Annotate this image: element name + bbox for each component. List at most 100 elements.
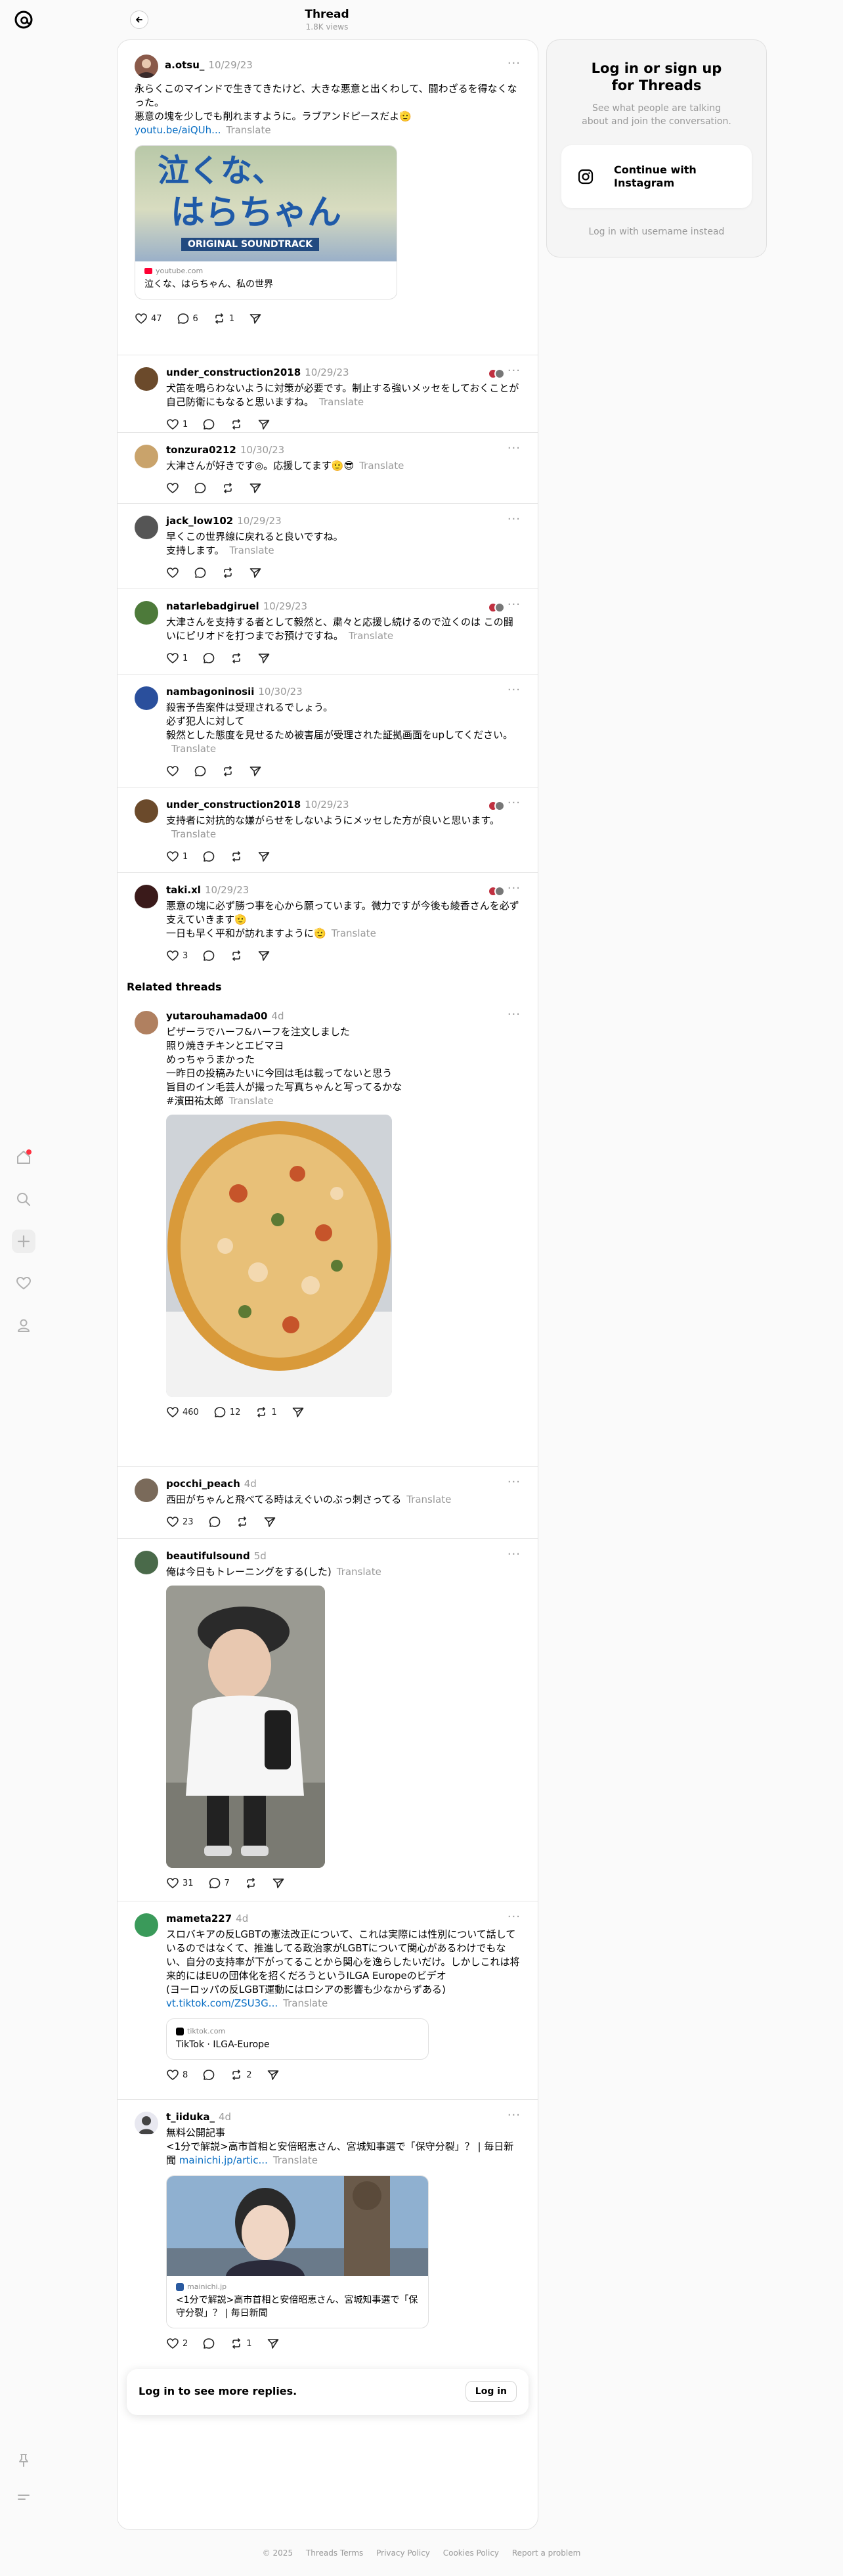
more-icon[interactable]: ··· <box>508 1477 521 1488</box>
like-button[interactable]: 3 <box>166 949 188 962</box>
translate-link[interactable]: Translate <box>226 124 270 136</box>
avatar[interactable] <box>135 885 158 908</box>
profile-icon[interactable] <box>12 1314 35 1337</box>
translate-link[interactable]: Translate <box>171 828 216 840</box>
share-button[interactable] <box>249 765 262 778</box>
avatar[interactable] <box>135 1011 158 1034</box>
username[interactable]: pocchi_peach <box>166 1477 240 1490</box>
avatar[interactable] <box>135 516 158 539</box>
username[interactable]: jack_low102 <box>166 514 233 527</box>
link-preview-card[interactable]: tiktok.com TikTok · ILGA-Europe <box>166 2018 429 2060</box>
footer-link-privacy[interactable]: Privacy Policy <box>376 2548 430 2558</box>
repost-button[interactable] <box>230 850 243 863</box>
reply-button[interactable] <box>194 765 207 778</box>
share-button[interactable] <box>249 312 262 325</box>
like-button[interactable] <box>166 765 179 778</box>
share-button[interactable] <box>257 652 270 665</box>
post-image[interactable] <box>166 1586 325 1868</box>
like-button[interactable] <box>166 481 179 495</box>
share-button[interactable] <box>249 566 262 579</box>
avatar[interactable] <box>135 445 158 468</box>
repost-button[interactable] <box>236 1515 249 1528</box>
link-preview-card[interactable]: 泣くな、 はらちゃん ORIGINAL SOUNDTRACK youtube.c… <box>135 145 397 300</box>
avatar[interactable] <box>135 1551 158 1574</box>
reply-button[interactable] <box>208 1515 221 1528</box>
username[interactable]: tonzura0212 <box>166 443 236 456</box>
share-button[interactable] <box>257 850 270 863</box>
reply-button[interactable] <box>202 850 215 863</box>
repost-button[interactable]: 2 <box>230 2068 252 2081</box>
threads-logo-icon[interactable] <box>12 8 35 32</box>
username[interactable]: yutarouhamada00 <box>166 1010 267 1023</box>
more-icon[interactable]: ··· <box>508 599 521 611</box>
share-button[interactable] <box>267 2337 280 2350</box>
username[interactable]: nambagoninosii <box>166 685 254 698</box>
username[interactable]: under_construction2018 <box>166 366 301 379</box>
reply-button[interactable]: 6 <box>177 312 198 325</box>
translate-link[interactable]: Translate <box>337 1566 381 1578</box>
more-icon[interactable]: ··· <box>508 443 521 455</box>
share-button[interactable] <box>263 1515 276 1528</box>
repost-button[interactable] <box>221 566 234 579</box>
translate-link[interactable]: Translate <box>319 396 364 408</box>
username-login-link[interactable]: Log in with username instead <box>547 227 766 237</box>
pin-icon[interactable] <box>12 2449 35 2472</box>
like-button[interactable]: 2 <box>166 2337 188 2350</box>
continue-with-instagram-button[interactable]: Continue with Instagram <box>561 145 752 208</box>
username[interactable]: taki.xl <box>166 883 201 897</box>
plus-icon[interactable] <box>12 1230 35 1253</box>
repost-button[interactable] <box>221 765 234 778</box>
reply-button[interactable] <box>202 418 215 431</box>
translate-link[interactable]: Translate <box>283 1997 328 2009</box>
more-icon[interactable]: ··· <box>508 2110 521 2121</box>
translate-link[interactable]: Translate <box>332 927 376 939</box>
username[interactable]: mameta227 <box>166 1912 232 1925</box>
more-icon[interactable]: ··· <box>508 883 521 895</box>
reply-button[interactable]: 7 <box>208 1876 230 1890</box>
avatar[interactable] <box>135 1478 158 1502</box>
username[interactable]: under_construction2018 <box>166 798 301 811</box>
like-button[interactable]: 47 <box>135 312 162 325</box>
like-button[interactable]: 31 <box>166 1876 194 1890</box>
share-button[interactable] <box>257 949 270 962</box>
search-icon[interactable] <box>12 1188 35 1211</box>
translate-link[interactable]: Translate <box>230 544 274 556</box>
footer-link-cookies[interactable]: Cookies Policy <box>443 2548 499 2558</box>
more-icon[interactable]: ··· <box>508 1549 521 1561</box>
avatar[interactable] <box>135 1913 158 1937</box>
reply-button[interactable]: 12 <box>213 1406 240 1419</box>
translate-link[interactable]: Translate <box>171 743 216 755</box>
repost-button[interactable] <box>221 481 234 495</box>
reply-button[interactable] <box>202 2337 215 2350</box>
repost-button[interactable]: 1 <box>255 1406 277 1419</box>
heart-icon[interactable] <box>12 1272 35 1295</box>
reply-button[interactable] <box>202 652 215 665</box>
home-icon[interactable] <box>12 1145 35 1169</box>
post-link[interactable]: mainichi.jp/artic... <box>179 2154 268 2166</box>
avatar[interactable] <box>135 2112 158 2135</box>
reply-button[interactable] <box>194 566 207 579</box>
repost-button[interactable] <box>230 418 243 431</box>
like-button[interactable]: 8 <box>166 2068 188 2081</box>
more-icon[interactable]: ··· <box>508 58 521 70</box>
repost-button[interactable] <box>230 949 243 962</box>
share-button[interactable] <box>292 1406 305 1419</box>
more-icon[interactable]: ··· <box>508 1911 521 1923</box>
repost-button[interactable] <box>244 1876 257 1890</box>
like-button[interactable]: 1 <box>166 850 188 863</box>
link-preview-card[interactable]: mainichi.jp <1分で解説>高市首相と安倍昭恵さん、宮城知事選で「保守… <box>166 2175 429 2328</box>
like-button[interactable]: 1 <box>166 418 188 431</box>
footer-link-report[interactable]: Report a problem <box>512 2548 580 2558</box>
translate-link[interactable]: Translate <box>229 1095 274 1107</box>
more-icon[interactable]: ··· <box>508 365 521 377</box>
repost-button[interactable]: 1 <box>213 312 234 325</box>
more-icon[interactable]: ··· <box>508 684 521 696</box>
post-image[interactable] <box>166 1115 392 1397</box>
avatar[interactable] <box>135 367 158 391</box>
username[interactable]: t_iiduka_ <box>166 2110 215 2123</box>
share-button[interactable] <box>249 481 262 495</box>
like-button[interactable]: 1 <box>166 652 188 665</box>
share-button[interactable] <box>257 418 270 431</box>
post-link[interactable]: vt.tiktok.com/ZSU3G... <box>166 1997 278 2009</box>
share-button[interactable] <box>272 1876 285 1890</box>
